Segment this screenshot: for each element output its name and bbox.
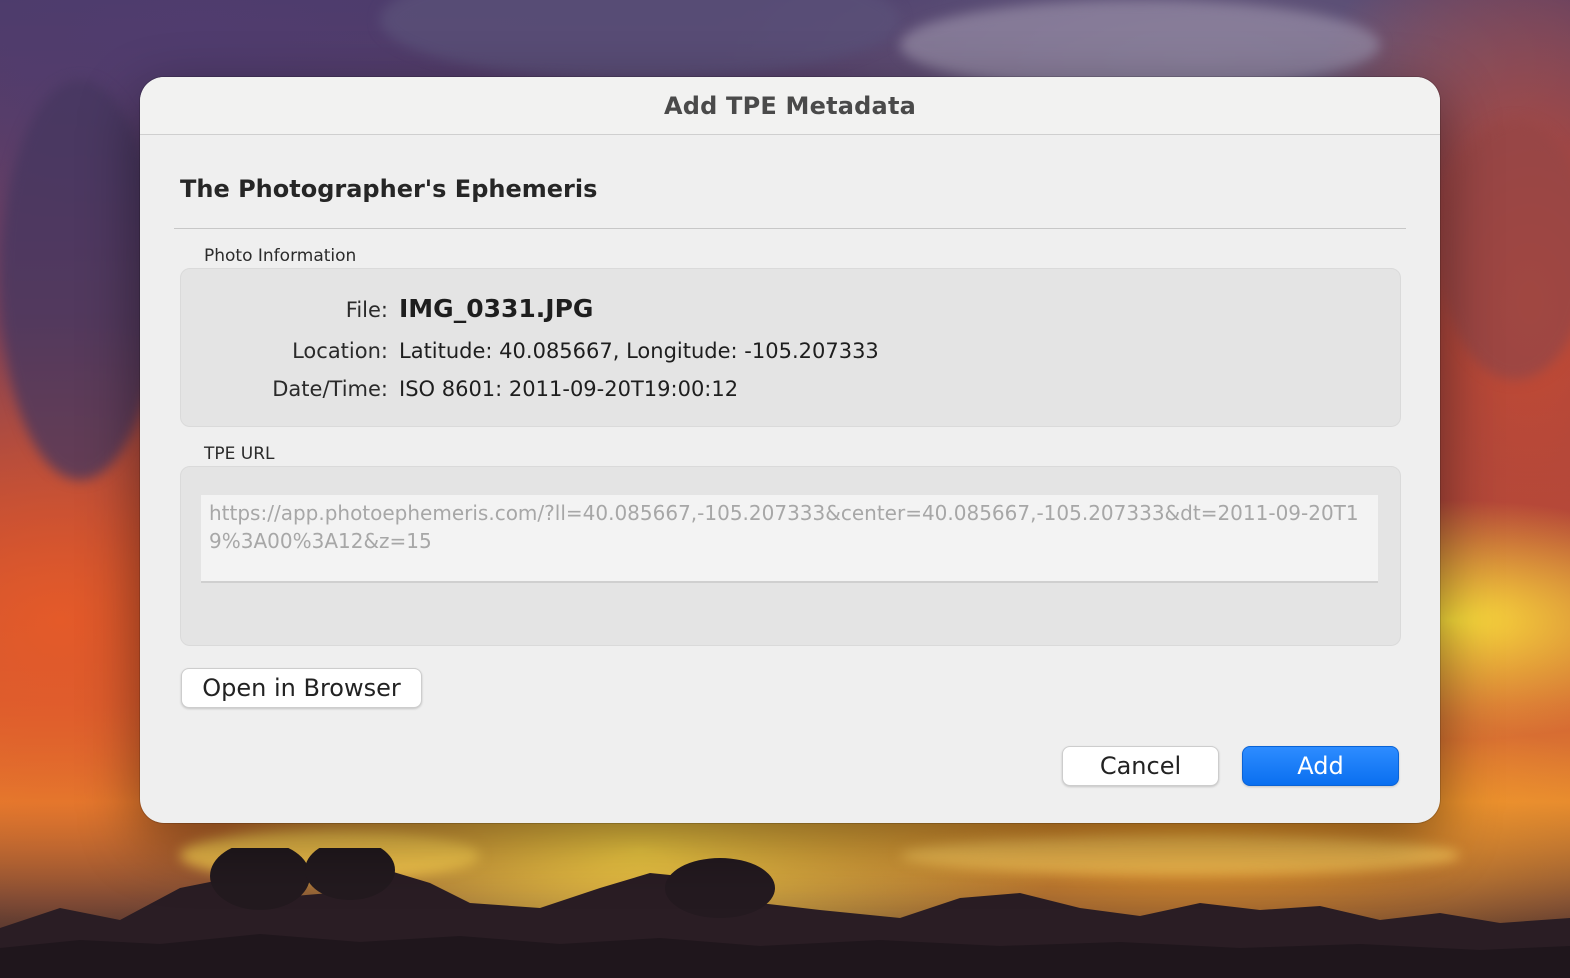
location-row: Location: Latitude: 40.085667, Longitude…	[181, 339, 879, 363]
open-in-browser-button[interactable]: Open in Browser	[181, 668, 422, 708]
tpe-url-group: https://app.photoephemeris.com/?ll=40.08…	[180, 466, 1401, 646]
location-label: Location:	[292, 339, 388, 363]
photo-information-group: File: IMG_0331.JPG Location: Latitude: 4…	[180, 268, 1401, 427]
file-label: File:	[345, 298, 388, 322]
datetime-label: Date/Time:	[272, 377, 388, 401]
file-row: File: IMG_0331.JPG	[181, 294, 594, 323]
cloud	[380, 0, 900, 80]
tpe-url-field[interactable]: https://app.photoephemeris.com/?ll=40.08…	[201, 495, 1378, 583]
mountain-silhouette	[0, 848, 1570, 978]
add-tpe-metadata-dialog: Add TPE Metadata The Photographer's Ephe…	[140, 77, 1440, 823]
dialog-title: Add TPE Metadata	[663, 91, 917, 120]
cancel-button[interactable]: Cancel	[1062, 746, 1219, 786]
add-button[interactable]: Add	[1242, 746, 1399, 786]
divider	[174, 228, 1406, 229]
app-heading: The Photographer's Ephemeris	[180, 175, 598, 203]
dialog-titlebar[interactable]: Add TPE Metadata	[140, 77, 1440, 135]
file-value: IMG_0331.JPG	[399, 294, 594, 323]
tpe-url-label: TPE URL	[204, 444, 275, 464]
cloud	[0, 80, 160, 480]
datetime-value: ISO 8601: 2011-09-20T19:00:12	[399, 377, 739, 401]
cloud	[1440, 120, 1570, 380]
datetime-row: Date/Time: ISO 8601: 2011-09-20T19:00:12	[181, 377, 738, 401]
photo-information-label: Photo Information	[204, 246, 357, 266]
location-value: Latitude: 40.085667, Longitude: -105.207…	[399, 339, 879, 363]
